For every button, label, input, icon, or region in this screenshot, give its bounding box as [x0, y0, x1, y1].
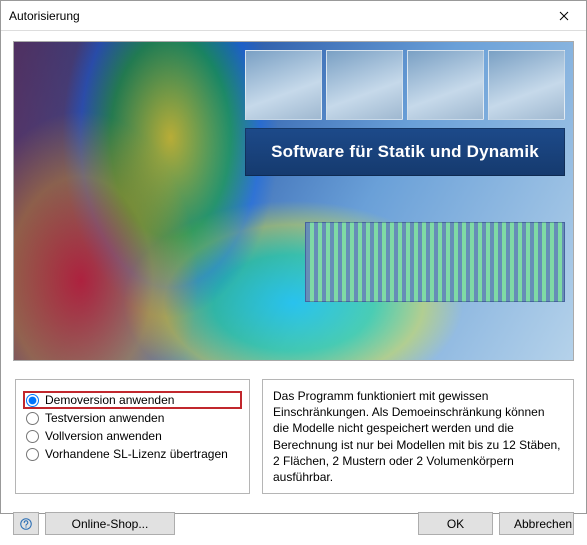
titlebar: Autorisierung — [1, 1, 586, 31]
radio-demoversion[interactable] — [26, 394, 39, 407]
option-vollversion[interactable]: Vollversion anwenden — [24, 428, 241, 444]
close-button[interactable] — [541, 1, 586, 30]
radio-vollversion[interactable] — [26, 430, 39, 443]
online-shop-button[interactable]: Online-Shop... — [45, 512, 175, 535]
ok-button[interactable]: OK — [418, 512, 493, 535]
mid-row: Demoversion anwenden Testversion anwende… — [13, 373, 574, 494]
option-label: Vollversion anwenden — [45, 429, 162, 443]
hero-image: Software für Statik und Dynamik — [13, 41, 574, 361]
option-testversion[interactable]: Testversion anwenden — [24, 410, 241, 426]
option-label: Vorhandene SL-Lizenz übertragen — [45, 447, 228, 461]
hero-thumbnails — [245, 50, 565, 120]
radio-sl-lizenz[interactable] — [26, 448, 39, 461]
cancel-button[interactable]: Abbrechen — [499, 512, 574, 535]
close-icon — [559, 11, 569, 21]
license-options-group: Demoversion anwenden Testversion anwende… — [15, 379, 250, 494]
radio-testversion[interactable] — [26, 412, 39, 425]
hero-bridge-graphic — [305, 222, 565, 302]
option-label: Demoversion anwenden — [45, 393, 174, 407]
help-button[interactable] — [13, 512, 39, 535]
description-text: Das Programm funktioniert mit gewissen E… — [273, 389, 561, 484]
dialog-content: Software für Statik und Dynamik Demovers… — [1, 31, 586, 504]
option-sl-lizenz[interactable]: Vorhandene SL-Lizenz übertragen — [24, 446, 241, 462]
help-icon — [20, 517, 32, 531]
dialog-footer: Online-Shop... OK Abbrechen — [1, 504, 586, 545]
hero-tagline: Software für Statik und Dynamik — [245, 128, 565, 176]
window-title: Autorisierung — [9, 9, 80, 23]
option-demoversion[interactable]: Demoversion anwenden — [24, 392, 241, 408]
description-panel: Das Programm funktioniert mit gewissen E… — [262, 379, 574, 494]
option-label: Testversion anwenden — [45, 411, 164, 425]
